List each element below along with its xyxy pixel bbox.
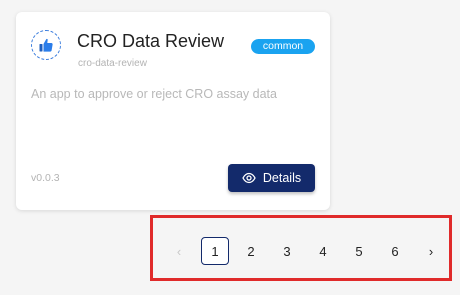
page-1-button[interactable]: 1: [201, 237, 229, 265]
next-page-button[interactable]: ›: [417, 237, 445, 265]
eye-icon: [242, 172, 256, 184]
category-badge: common: [251, 39, 315, 54]
version-label: v0.0.3: [31, 172, 60, 184]
page-3-button[interactable]: 3: [273, 237, 301, 265]
thumbs-up-icon: [31, 30, 61, 60]
page-4-button[interactable]: 4: [309, 237, 337, 265]
page-5-button[interactable]: 5: [345, 237, 373, 265]
page-2-button[interactable]: 2: [237, 237, 265, 265]
details-label: Details: [262, 171, 302, 185]
prev-page-button[interactable]: ‹: [165, 237, 193, 265]
app-card: CRO Data Review cro-data-review common A…: [16, 12, 330, 210]
details-button[interactable]: Details: [228, 164, 315, 192]
card-description: An app to approve or reject CRO assay da…: [31, 87, 277, 101]
card-slug: cro-data-review: [78, 58, 147, 69]
card-title: CRO Data Review: [77, 31, 225, 51]
page-6-button[interactable]: 6: [381, 237, 409, 265]
